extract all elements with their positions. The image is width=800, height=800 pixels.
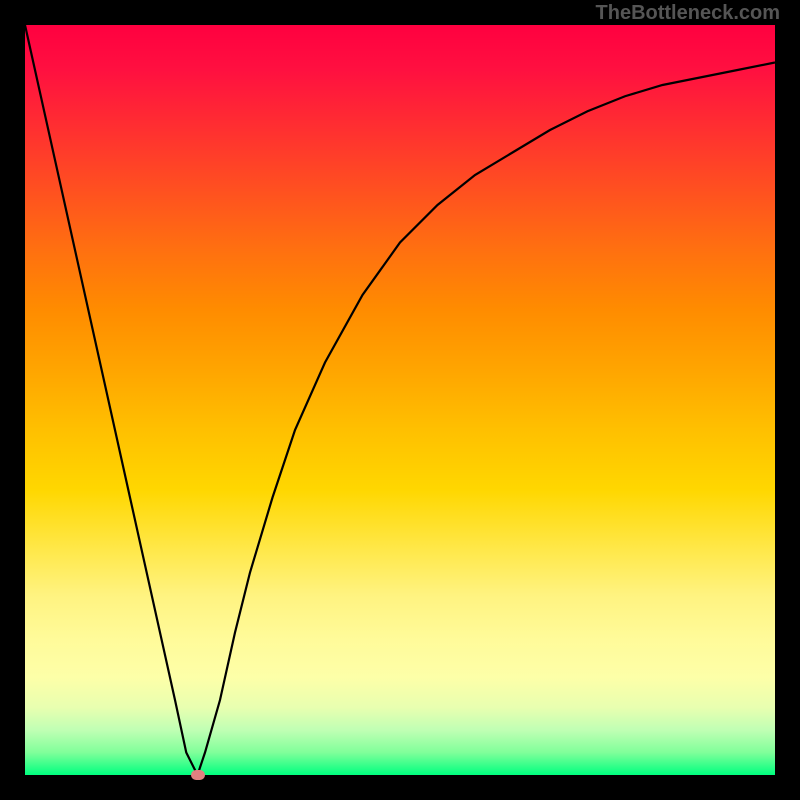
bottleneck-curve [25, 25, 775, 775]
minimum-marker [191, 770, 205, 780]
watermark-text: TheBottleneck.com [596, 2, 780, 25]
chart-plot-area [25, 25, 775, 775]
